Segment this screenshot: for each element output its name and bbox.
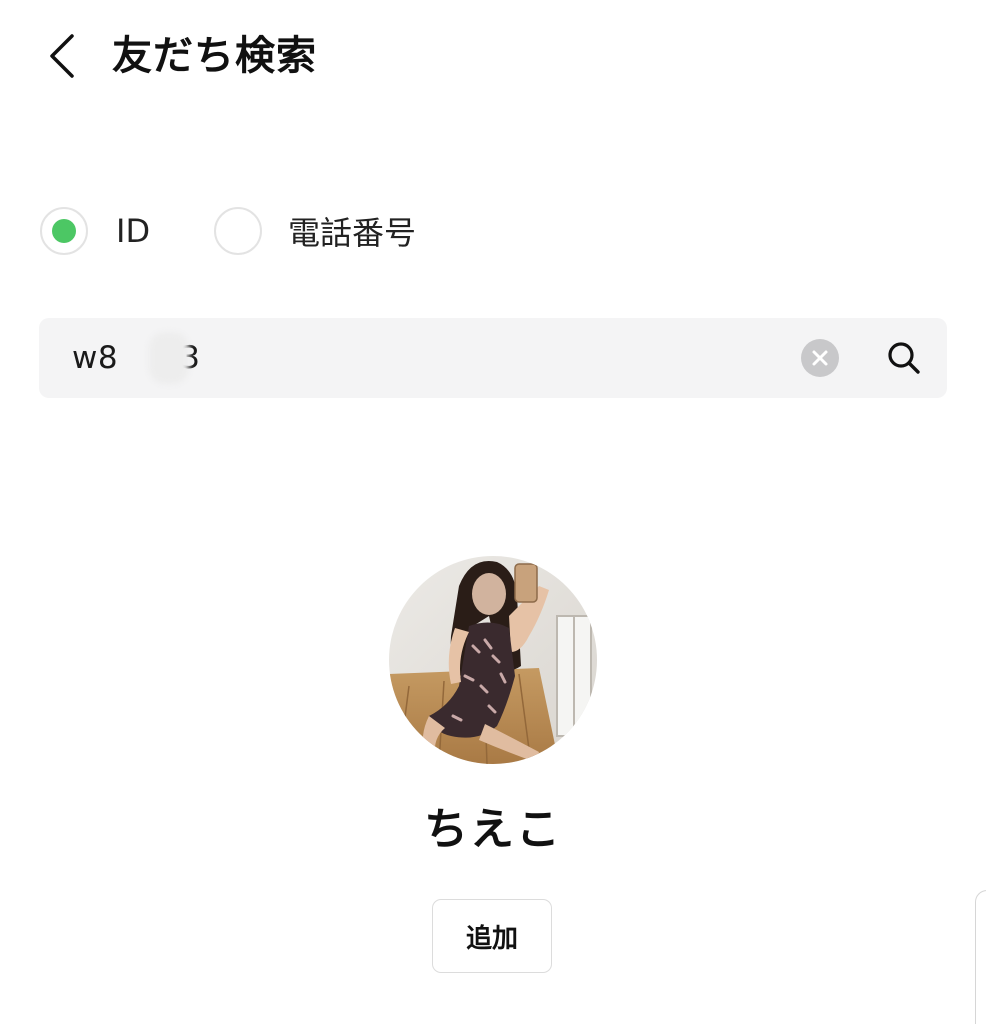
page-title: 友だち検索 — [112, 33, 317, 79]
search-icon — [888, 342, 920, 374]
radio-label-phone: 電話番号 — [288, 214, 417, 252]
radio-button-unselected[interactable] — [214, 207, 262, 255]
chevron-left-icon — [50, 34, 74, 78]
radio-button-selected[interactable] — [40, 207, 88, 255]
back-button[interactable] — [40, 30, 84, 82]
radio-selected-dot — [52, 219, 76, 243]
search-field[interactable]: w833 — [39, 318, 947, 398]
radio-label-id: ID — [116, 212, 151, 250]
overlay-edge — [975, 890, 986, 1024]
profile-photo — [389, 556, 597, 764]
avatar[interactable] — [389, 556, 597, 764]
add-friend-button[interactable]: 追加 — [432, 899, 552, 973]
clear-button[interactable] — [801, 339, 839, 377]
friend-search-screen: 友だち検索 ID 電話番号 w833 — [0, 0, 986, 1024]
search-button[interactable] — [884, 338, 924, 378]
redaction-blur — [149, 332, 189, 384]
radio-option-phone[interactable]: 電話番号 — [214, 205, 416, 257]
search-value-prefix: w8 — [72, 340, 119, 376]
radio-option-id[interactable]: ID — [40, 205, 150, 257]
profile-name: ちえこ — [424, 804, 562, 855]
clear-circle-icon — [801, 339, 839, 377]
